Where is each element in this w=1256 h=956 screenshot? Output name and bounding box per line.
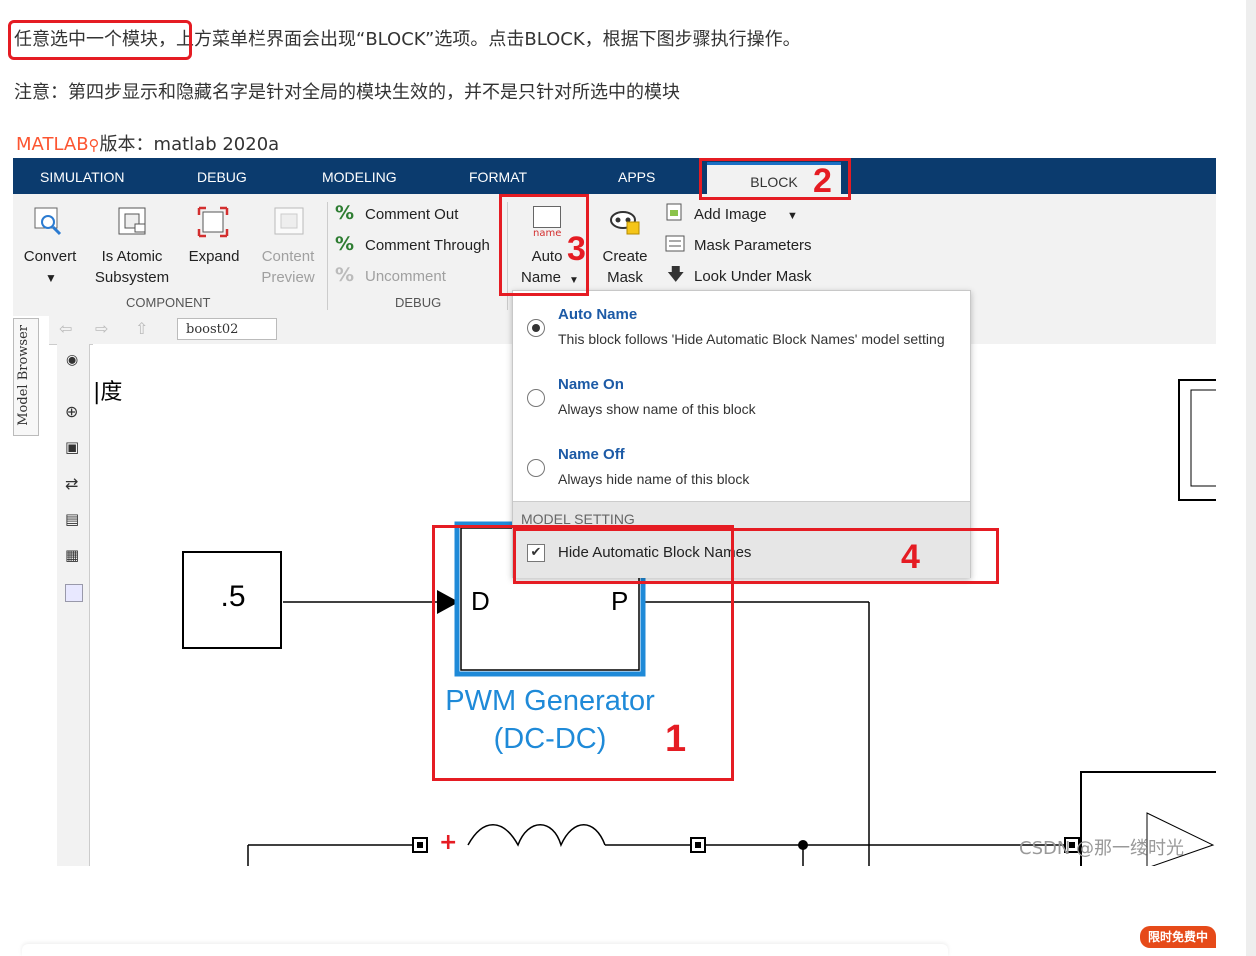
plus-sign: + [439, 830, 458, 855]
instruction-rest: 上方菜单栏界面会出现“BLOCK”选项。点击BLOCK，根据下图步骤执行操作。 [176, 29, 801, 50]
annotation-box-1 [432, 525, 734, 781]
bottom-card [22, 944, 948, 956]
note-line: 注意：第四步显示和隐藏名字是针对全局的模块生效的，并不是只针对所选中的模块 [14, 82, 680, 103]
annotation-number-2: 2 [813, 162, 832, 200]
option-auto-name-title[interactable]: Auto Name [558, 306, 637, 323]
annotation-number-4: 4 [901, 538, 920, 576]
annotation-number-1: 1 [665, 718, 687, 760]
option-name-off-desc: Always hide name of this block [558, 471, 750, 487]
option-name-on-title[interactable]: Name On [558, 376, 624, 393]
radio-auto-name[interactable] [527, 319, 545, 337]
radio-name-on[interactable] [527, 389, 545, 407]
radio-name-off[interactable] [527, 459, 545, 477]
version-text: 版本：matlab 2020a [99, 134, 280, 155]
constant-block[interactable]: .5 [183, 580, 283, 614]
search-icon: ⚲ [88, 136, 100, 154]
free-badge[interactable]: 限时免费中 [1140, 926, 1216, 948]
page-scrollbar[interactable] [1246, 0, 1256, 956]
highlight-circle [8, 20, 192, 60]
option-auto-name-desc: This block follows 'Hide Automatic Block… [558, 331, 945, 347]
matlab-screenshot: SIMULATION DEBUG MODELING FORMAT APPS BL… [13, 158, 1216, 866]
watermark: CSDN @那一缕时光 [1019, 838, 1185, 859]
version-line: MATLAB⚲版本：matlab 2020a [16, 130, 279, 156]
option-name-on-desc: Always show name of this block [558, 401, 756, 417]
annotation-number-3: 3 [567, 230, 586, 268]
partial-label: |度 [93, 380, 123, 405]
matlab-link[interactable]: MATLAB [16, 134, 89, 155]
option-name-off-title[interactable]: Name Off [558, 446, 625, 463]
